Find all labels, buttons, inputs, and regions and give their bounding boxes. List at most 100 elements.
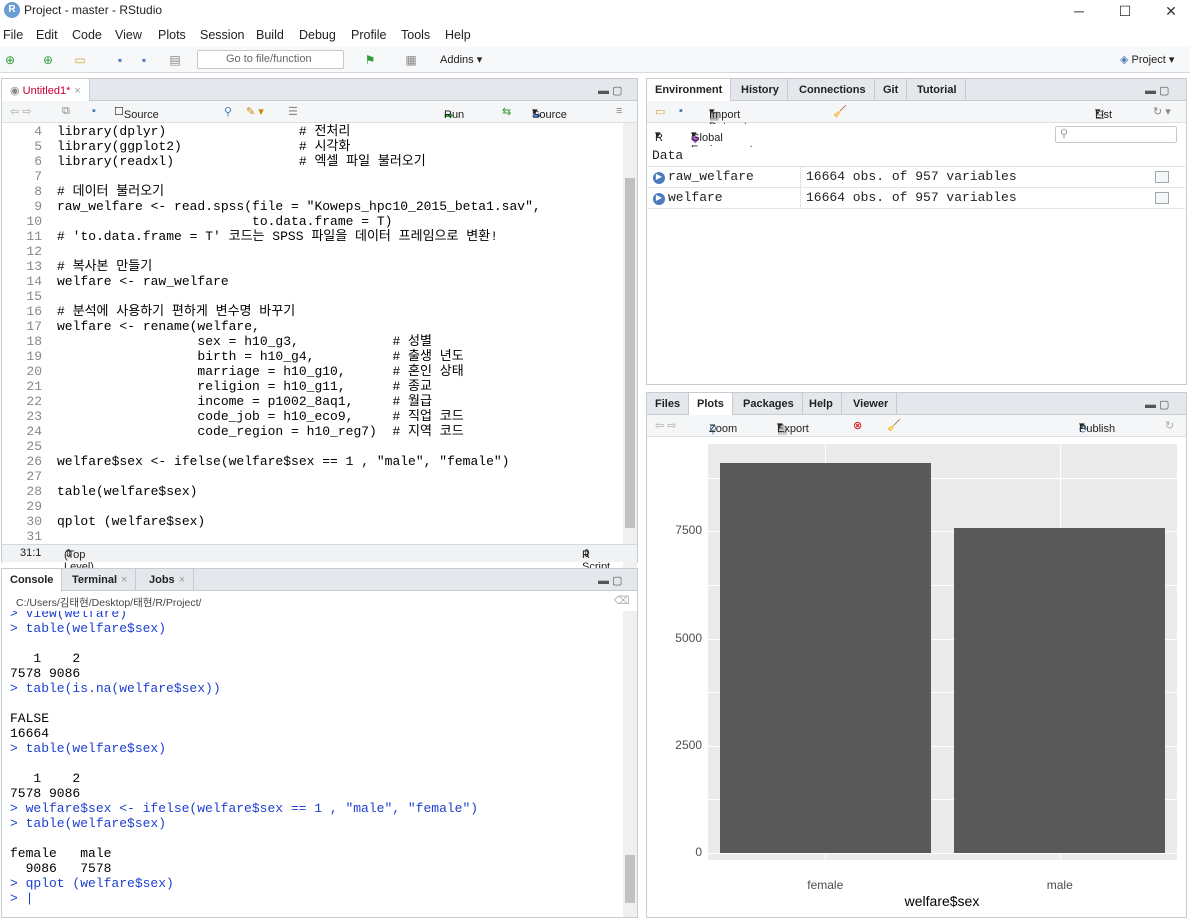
code-text: welfare <- raw_welfare (57, 274, 229, 289)
tab-tutorial[interactable]: Tutorial (909, 79, 966, 101)
menu-debug[interactable]: Debug (299, 28, 336, 42)
editor-scrollbar[interactable] (623, 123, 637, 578)
menu-help[interactable]: Help (445, 28, 471, 42)
tab-untitled1[interactable]: ◉ Untitled1* × (2, 79, 90, 102)
console-output-line: FALSE (10, 711, 57, 726)
doc-outline-icon[interactable]: ≡ (616, 105, 622, 117)
file-type-selector[interactable]: R Script ⇕ (582, 547, 610, 573)
tab-help[interactable]: Help (801, 393, 842, 415)
broom-icon[interactable]: 🧹 (887, 419, 901, 432)
new-project-icon[interactable]: ⊕ (40, 52, 56, 68)
expand-icon[interactable]: ▶ (653, 193, 665, 205)
jobs-close-icon[interactable]: × (179, 574, 185, 586)
export-button[interactable]: ▤ Export ▾ (777, 419, 809, 436)
tab-connections[interactable]: Connections (791, 79, 875, 101)
tab-close-icon[interactable]: × (74, 85, 80, 97)
publish-button[interactable]: ⟳ Publish ▾ (1079, 419, 1115, 436)
save-all-icon[interactable]: ▪ (136, 52, 152, 68)
minimize-icon[interactable]: ─ (1056, 0, 1102, 22)
env-row-raw-welfare[interactable]: ▶ raw_welfare 16664 obs. of 957 variable… (648, 167, 1185, 188)
window-title: Project - master - RStudio (24, 3, 163, 17)
view-data-icon[interactable] (1155, 171, 1169, 183)
menu-build[interactable]: Build (256, 28, 284, 42)
tab-environment[interactable]: Environment (647, 79, 732, 102)
menu-plots[interactable]: Plots (158, 28, 186, 42)
scope-selector[interactable]: (Top Level) ⇕ (64, 547, 94, 573)
line-number: 21 (26, 379, 42, 394)
global-env-selector[interactable]: ◆ Global Environment ▾ (691, 128, 753, 156)
console-tabbar: Console Terminal × Jobs × ▬ ▢ (2, 569, 637, 592)
environment-search-input[interactable]: ⚲ (1055, 126, 1177, 143)
source-button[interactable]: ➡ Source ▾ (532, 105, 567, 122)
goto-file-input[interactable]: Go to file/function (197, 50, 344, 69)
env-row-welfare[interactable]: ▶ welfare 16664 obs. of 957 variables (648, 188, 1185, 209)
tab-terminal[interactable]: Terminal × (64, 569, 137, 591)
grid-layout-icon[interactable]: ▦ (403, 52, 419, 68)
outline-icon[interactable]: ☰ (288, 105, 298, 118)
tab-console[interactable]: Console (2, 569, 63, 592)
minimize-pane-icon[interactable]: ▬ ▢ (1145, 398, 1169, 411)
tab-viewer[interactable]: Viewer (845, 393, 898, 415)
minimize-pane-icon[interactable]: ▬ ▢ (1145, 84, 1169, 97)
back-forward-icon[interactable]: ⇦ ⇨ (655, 419, 677, 432)
menu-code[interactable]: Code (72, 28, 102, 42)
line-number: 11 (26, 229, 42, 244)
import-dataset-button[interactable]: ▦ Import Dataset ▾ (709, 105, 747, 133)
console-input-line: > welfare$sex <- ifelse(welfare$sex == 1… (10, 801, 479, 816)
terminal-close-icon[interactable]: × (121, 574, 127, 586)
console-scroll-thumb[interactable] (625, 855, 635, 903)
line-number: 7 (34, 169, 42, 184)
view-data-icon[interactable] (1155, 192, 1169, 204)
save-icon[interactable]: ▪ (112, 52, 128, 68)
editor-scroll-thumb[interactable] (625, 178, 635, 528)
build-icon[interactable]: ⚑ (362, 52, 378, 68)
save-workspace-icon[interactable]: ▪ (679, 105, 683, 117)
console-output-line: 1 2 (10, 651, 89, 666)
print-icon[interactable]: ▤ (167, 52, 183, 68)
rerun-icon[interactable]: ⇆ (502, 105, 511, 118)
menu-view[interactable]: View (115, 28, 142, 42)
back-forward-icon[interactable]: ⇦ ⇨ (10, 105, 32, 118)
expand-icon[interactable]: ▶ (653, 172, 665, 184)
minimize-pane-icon[interactable]: ▬ ▢ (598, 574, 622, 587)
broom-icon[interactable]: 🧹 (833, 105, 847, 118)
project-label: Project (1131, 54, 1166, 66)
menu-tools[interactable]: Tools (401, 28, 430, 42)
tab-jobs[interactable]: Jobs × (141, 569, 195, 591)
refresh-icon[interactable]: ↻ (1165, 419, 1174, 432)
search-icon[interactable]: ⚲ (224, 105, 232, 118)
refresh-icon[interactable]: ↻ ▾ (1153, 105, 1171, 118)
menu-file[interactable]: File (3, 28, 23, 42)
load-workspace-icon[interactable]: ▭ (655, 105, 665, 118)
menu-profile[interactable]: Profile (351, 28, 386, 42)
tab-plots[interactable]: Plots (689, 393, 733, 416)
project-button[interactable]: ◈ Project ▾ (1120, 53, 1174, 66)
tab-git[interactable]: Git (875, 79, 908, 101)
console-scrollbar[interactable] (623, 611, 637, 917)
tab-history[interactable]: History (733, 79, 788, 101)
maximize-icon[interactable]: ☐ (1102, 0, 1148, 22)
console-output[interactable]: > View(welfare) > table(welfare$sex) 1 2 … (2, 611, 622, 911)
menu-edit[interactable]: Edit (36, 28, 58, 42)
magic-wand-icon[interactable]: ✎ ▾ (246, 105, 264, 118)
menu-session[interactable]: Session (200, 28, 244, 42)
minimize-pane-icon[interactable]: ▬ ▢ (598, 84, 622, 97)
list-view-button[interactable]: ☰ List ▾ (1095, 105, 1112, 122)
clear-console-icon[interactable]: ⌫ (614, 594, 630, 607)
line-number: 22 (26, 394, 42, 409)
console-output-line: 1 2 (10, 771, 89, 786)
tab-files[interactable]: Files (647, 393, 690, 415)
show-in-window-icon[interactable]: ⧉ (62, 105, 70, 118)
open-file-icon[interactable]: ▭ (72, 52, 88, 68)
code-text: raw_welfare <- read.spss(file = "Koweps_… (57, 199, 541, 214)
save-icon[interactable]: ▪ (92, 105, 96, 117)
console-output-line: 7578 9086 (10, 666, 89, 681)
working-directory: C:/Users/김태현/Desktop/태현/R/Project/ (16, 597, 202, 609)
new-file-icon[interactable]: ⊕ (2, 52, 18, 68)
source-on-save-checkbox[interactable]: ☐ Source on Save (114, 105, 159, 145)
language-selector[interactable]: R ▾ (655, 128, 663, 144)
tab-packages[interactable]: Packages (735, 393, 803, 415)
addins-button[interactable]: Addins ▾ (440, 53, 482, 66)
close-icon[interactable]: ✕ (1148, 0, 1190, 22)
remove-plot-icon[interactable]: ⊗ (853, 419, 862, 432)
